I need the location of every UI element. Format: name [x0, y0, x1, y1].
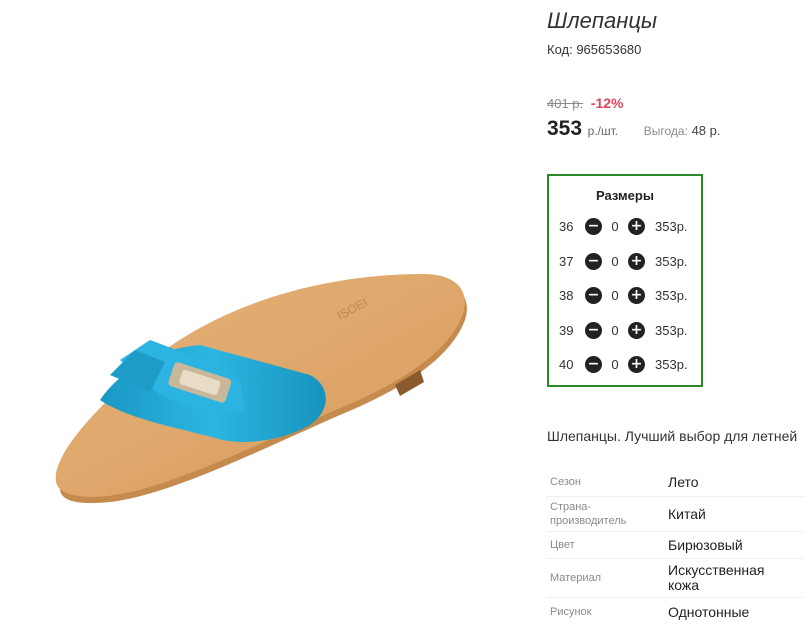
size-row: 36 − 0 + 353р.: [559, 216, 699, 236]
product-code: Код: 965653680: [547, 42, 642, 57]
quantity-value: 0: [611, 287, 619, 303]
current-price: 353: [547, 117, 583, 140]
attribute-row: Рисунок Однотонные: [547, 598, 804, 626]
product-description: Шлепанцы. Лучший выбор для летней: [547, 428, 798, 444]
size-value: 40: [559, 356, 574, 372]
price-row: 353 р./шт. Выгода: 48 р.: [547, 117, 720, 141]
size-value: 36: [559, 218, 574, 234]
size-value: 39: [559, 322, 574, 338]
quantity-value: 0: [611, 253, 619, 269]
size-price: 353р.: [655, 287, 688, 303]
size-price: 353р.: [655, 253, 688, 269]
size-row: 40 − 0 + 353р.: [559, 354, 699, 374]
sizes-panel: Размеры 36 − 0 + 353р. 37 − 0 + 353р. 38…: [547, 174, 703, 387]
plus-circle-icon[interactable]: +: [628, 252, 645, 270]
minus-circle-icon[interactable]: −: [585, 217, 602, 235]
attribute-row: Страна-производитель Китай: [547, 497, 804, 532]
size-row: 38 − 0 + 353р.: [559, 285, 699, 305]
minus-circle-icon[interactable]: −: [585, 321, 602, 339]
attribute-label: Материал: [550, 572, 601, 584]
discount-badge: -12%: [590, 95, 624, 111]
attribute-row: Материал Искусственная кожа: [547, 559, 804, 598]
size-row: 39 − 0 + 353р.: [559, 320, 699, 340]
attribute-value: Искусственная кожа: [668, 562, 765, 593]
attributes-table: Сезон Лето Страна-производитель Китай Цв…: [547, 468, 804, 626]
product-image: ISOEI: [55, 274, 467, 504]
benefit-value: 48 р.: [691, 123, 721, 138]
plus-circle-icon[interactable]: +: [628, 355, 645, 373]
old-price: 401 р.: [547, 96, 584, 111]
size-row: 37 − 0 + 353р.: [559, 251, 699, 271]
size-value: 37: [559, 253, 574, 269]
attribute-label: Цвет: [550, 539, 575, 551]
attribute-label: Рисунок: [550, 606, 592, 618]
quantity-value: 0: [611, 322, 619, 338]
attribute-value: Бирюзовый: [668, 536, 743, 553]
attribute-label: Сезон: [550, 476, 581, 488]
minus-circle-icon[interactable]: −: [585, 252, 602, 270]
quantity-value: 0: [611, 218, 619, 234]
minus-circle-icon[interactable]: −: [585, 355, 602, 373]
quantity-value: 0: [611, 356, 619, 372]
attribute-row: Цвет Бирюзовый: [547, 532, 804, 559]
sizes-title: Размеры: [596, 188, 654, 203]
size-value: 38: [559, 287, 574, 303]
attribute-value: Китай: [668, 505, 706, 522]
attribute-label: Страна-производитель: [550, 501, 627, 527]
product-title: Шлепанцы: [547, 8, 658, 33]
old-price-row: 401 р. -12%: [547, 95, 623, 111]
size-price: 353р.: [655, 322, 688, 338]
attribute-value: Лето: [668, 473, 699, 490]
attribute-row: Сезон Лето: [547, 468, 804, 497]
attribute-value: Однотонные: [668, 603, 750, 620]
plus-circle-icon[interactable]: +: [628, 217, 645, 235]
size-price: 353р.: [655, 218, 688, 234]
size-price: 353р.: [655, 356, 688, 372]
benefit-label: Выгода:: [643, 124, 688, 138]
plus-circle-icon[interactable]: +: [628, 321, 645, 339]
price-unit: р./шт.: [587, 124, 619, 138]
minus-circle-icon[interactable]: −: [585, 286, 602, 304]
plus-circle-icon[interactable]: +: [628, 286, 645, 304]
